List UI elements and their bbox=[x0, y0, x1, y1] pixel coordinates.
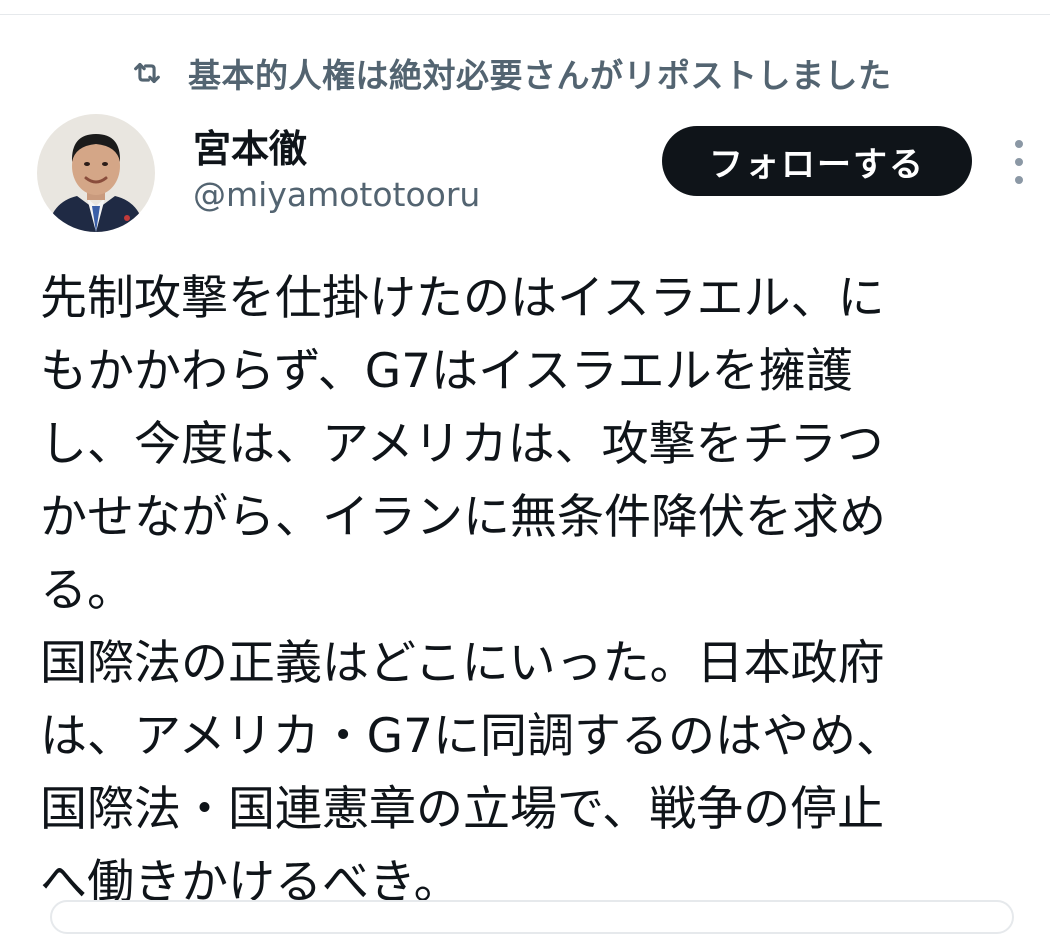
avatar[interactable] bbox=[37, 114, 155, 232]
follow-button[interactable]: フォローする bbox=[662, 126, 972, 196]
tweet-line: もかかわらず、G7はイスラエルを擁護 bbox=[40, 344, 853, 399]
tweet-text: 先制攻撃を仕掛けたのはイスラエル、に もかかわらず、G7はイスラエルを擁護 し、… bbox=[40, 262, 1020, 919]
tweet-line: かせながら、イランに無条件降伏を求め bbox=[40, 490, 886, 545]
tweet-line: し、今度は、アメリカは、攻撃をチラつ bbox=[40, 417, 884, 472]
more-vertical-icon[interactable] bbox=[1006, 140, 1032, 184]
repost-label: 基本的人権は絶対必要さんがリポストしました bbox=[188, 56, 892, 95]
top-divider bbox=[0, 14, 1050, 15]
more-dot bbox=[1015, 140, 1023, 148]
tweet-line: 国際法・国連憲章の立場で、戦争の停止 bbox=[40, 782, 885, 837]
author-handle[interactable]: @miyamototooru bbox=[193, 175, 480, 214]
tweet-line: 国際法の正義はどこにいった。日本政府 bbox=[40, 636, 885, 691]
tweet-line: る。 bbox=[40, 563, 134, 618]
next-card-edge bbox=[50, 900, 1014, 934]
author-name[interactable]: 宮本徹 bbox=[193, 118, 307, 173]
repost-icon bbox=[130, 56, 164, 90]
more-dot bbox=[1015, 158, 1023, 166]
tweet-line: は、アメリカ・G7に同調するのはやめ、 bbox=[40, 709, 903, 764]
more-dot bbox=[1015, 176, 1023, 184]
tweet-line: 先制攻撃を仕掛けたのはイスラエル、に bbox=[40, 271, 885, 326]
repost-context[interactable]: 基本的人権は絶対必要さんがリポストしました bbox=[130, 48, 892, 98]
